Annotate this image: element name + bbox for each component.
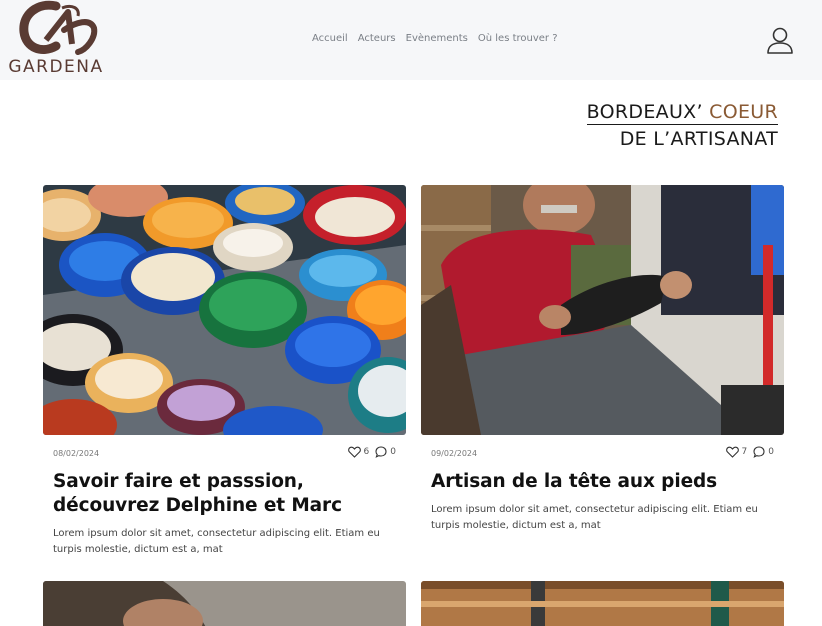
- hero-line-1: BORDEAUX’ COEUR: [586, 101, 778, 125]
- heart-icon[interactable]: [347, 446, 361, 458]
- user-icon[interactable]: [764, 24, 796, 56]
- like-count: 7: [741, 447, 748, 457]
- comment-count: 0: [390, 447, 396, 457]
- hero-title: BORDEAUX’ COEUR DE L’ARTISANAT: [586, 101, 778, 150]
- article-title[interactable]: Savoir faire et passsion, découvrez Delp…: [43, 470, 406, 518]
- nav-item-ou-les-trouver[interactable]: Où les trouver ?: [478, 33, 558, 44]
- logo-mark-icon: [19, 0, 98, 55]
- nav-item-acteurs[interactable]: Acteurs: [358, 33, 396, 44]
- heart-icon[interactable]: [725, 446, 739, 458]
- hero-line-1-text: BORDEAUX’: [586, 101, 710, 123]
- site-header: GARDENA Accueil Acteurs Evènements Où le…: [0, 0, 822, 80]
- hero-accent-word: COEUR: [709, 101, 778, 123]
- logo-text: GARDENA: [8, 57, 104, 77]
- article-excerpt: Lorem ipsum dolor sit amet, consectetur …: [53, 528, 380, 555]
- nav-item-evenements[interactable]: Evènements: [406, 33, 468, 44]
- article-image-next-1[interactable]: [43, 581, 406, 626]
- article-excerpt: Lorem ipsum dolor sit amet, consectetur …: [431, 504, 758, 531]
- comment-icon[interactable]: [375, 446, 387, 458]
- logo[interactable]: GARDENA: [8, 0, 104, 78]
- comment-count: 0: [768, 447, 774, 457]
- comment-icon[interactable]: [753, 446, 765, 458]
- article-date: 08/02/2024: [53, 449, 100, 458]
- article-date: 09/02/2024: [431, 449, 478, 458]
- article-stats: 7 0: [725, 446, 774, 458]
- article-image-bowls[interactable]: [43, 185, 406, 435]
- hero-line-2: DE L’ARTISANAT: [619, 128, 778, 150]
- next-photo-1: [43, 581, 406, 626]
- next-photo-2: [421, 581, 784, 626]
- article-stats: 6 0: [347, 446, 396, 458]
- article-meta: 09/02/2024 7 0: [421, 443, 784, 467]
- article-card[interactable]: 08/02/2024 6 0 Savoir faire et passsion,…: [43, 185, 406, 558]
- article-card[interactable]: 09/02/2024 7 0 Artisan de la tête aux pi…: [421, 185, 784, 534]
- like-count: 6: [363, 447, 370, 457]
- shoemaker-photo: [421, 185, 784, 435]
- article-image-shoemaker[interactable]: [421, 185, 784, 435]
- nav-item-accueil[interactable]: Accueil: [312, 33, 348, 44]
- article-meta: 08/02/2024 6 0: [43, 443, 406, 467]
- article-title[interactable]: Artisan de la tête aux pieds: [421, 470, 784, 494]
- main-nav: Accueil Acteurs Evènements Où les trouve…: [312, 33, 558, 44]
- article-image-next-2[interactable]: [421, 581, 784, 626]
- bowls-photo: [43, 185, 406, 435]
